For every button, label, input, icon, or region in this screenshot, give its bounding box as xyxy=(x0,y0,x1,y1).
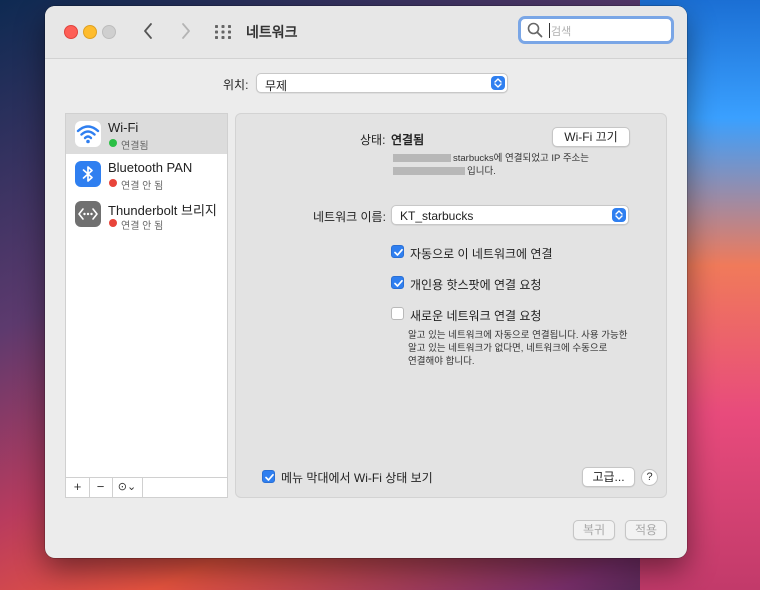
hotspot-checkbox[interactable] xyxy=(391,276,404,289)
menu-bar-status-label[interactable]: 메뉴 막대에서 Wi-Fi 상태 보기 xyxy=(281,469,433,486)
service-status: 연결 안 됨 xyxy=(121,221,164,232)
back-button[interactable] xyxy=(137,20,161,42)
apply-button[interactable]: 적용 xyxy=(625,520,667,540)
text-caret xyxy=(549,23,550,38)
chevron-left-icon xyxy=(144,23,152,39)
advanced-button[interactable]: 고급... xyxy=(582,467,635,487)
ask-new-desc-line2: 알고 있는 네트워크가 없다면, 네트워크에 수동으로 xyxy=(408,343,608,354)
add-service-button[interactable]: + xyxy=(66,478,90,497)
service-status: 연결 안 됨 xyxy=(121,181,164,192)
connection-description-text-1: starbucks에 연결되었고 IP 주소는 xyxy=(453,153,590,164)
service-name: Wi-Fi xyxy=(108,120,139,135)
ask-new-desc-line3: 연결해야 합니다. xyxy=(408,356,475,367)
ask-new-desc-line1: 알고 있는 네트워크에 자동으로 연결됩니다. 사용 가능한 xyxy=(408,330,628,341)
window-title: 네트워크 xyxy=(246,24,298,40)
service-item-bluetooth-pan[interactable]: Bluetooth PAN 연결 안 됨 xyxy=(66,154,227,194)
status-dot-green xyxy=(109,139,117,147)
service-list-toolbar: + − ⊙⌄ xyxy=(65,478,228,498)
revert-button[interactable]: 복귀 xyxy=(573,520,615,540)
status-label: 상태: xyxy=(360,133,386,147)
connection-description-line1: starbucks에 연결되었고 IP 주소는 xyxy=(393,152,589,165)
help-button[interactable]: ? xyxy=(641,469,658,486)
service-status: 연결됨 xyxy=(121,141,149,152)
wifi-icon xyxy=(75,121,101,147)
wifi-off-button[interactable]: Wi-Fi 끄기 xyxy=(552,127,630,147)
connection-description-line2: 입니다. xyxy=(393,165,496,178)
checkmark-icon xyxy=(265,473,274,481)
connection-description-text-2: 입니다. xyxy=(467,166,496,177)
close-button[interactable] xyxy=(64,25,78,39)
network-name-label: 네트워크 이름: xyxy=(313,210,386,224)
redacted-ip xyxy=(393,167,465,176)
ask-new-networks-checkbox[interactable] xyxy=(391,307,404,320)
search-placeholder: 검색 xyxy=(551,26,572,38)
auto-join-label[interactable]: 자동으로 이 네트워크에 연결 xyxy=(410,245,552,262)
service-item-wifi[interactable]: Wi-Fi 연결됨 xyxy=(66,114,227,154)
zoom-button[interactable] xyxy=(102,25,116,39)
status-dot-red xyxy=(109,179,117,187)
status-dot-red xyxy=(109,219,117,227)
bluetooth-icon xyxy=(75,161,101,187)
location-value: 무제 xyxy=(265,79,288,93)
minimize-button[interactable] xyxy=(83,25,97,39)
wifi-detail-panel: 상태: 연결됨 Wi-Fi 끄기 starbucks에 연결되었고 IP 주소는… xyxy=(235,113,667,498)
forward-button[interactable] xyxy=(173,20,197,42)
checkmark-icon xyxy=(394,279,403,287)
menu-bar-status-checkbox[interactable] xyxy=(262,470,275,483)
search-field[interactable]: 검색 xyxy=(518,16,674,44)
network-name-value: KT_starbucks xyxy=(400,209,474,223)
chevron-right-icon xyxy=(182,23,190,39)
hotspot-label[interactable]: 개인용 핫스팟에 연결 요청 xyxy=(410,276,541,293)
action-menu-button[interactable]: ⊙⌄ xyxy=(112,478,143,497)
status-value: 연결됨 xyxy=(391,133,425,147)
location-select[interactable]: 무제 xyxy=(256,73,508,93)
remove-service-button[interactable]: − xyxy=(89,478,113,497)
service-list: Wi-Fi 연결됨 Bluetooth PAN 연결 안 됨 Thunderbo… xyxy=(65,113,228,478)
auto-join-checkbox[interactable] xyxy=(391,245,404,258)
network-preferences-window: 네트워크 검색 위치: 무제 Wi-Fi 연결됨 Bluetooth PAN 연… xyxy=(45,6,687,558)
popup-arrows-icon xyxy=(612,208,626,222)
thunderbolt-bridge-icon xyxy=(75,201,101,227)
checkmark-icon xyxy=(394,248,403,256)
popup-arrows-icon xyxy=(491,76,505,90)
search-icon xyxy=(527,22,543,38)
network-name-select[interactable]: KT_starbucks xyxy=(391,205,629,225)
redacted-ssid xyxy=(393,154,451,163)
service-name: Bluetooth PAN xyxy=(108,160,193,175)
show-all-grid-icon[interactable] xyxy=(213,22,233,42)
titlebar: 네트워크 검색 xyxy=(45,6,687,59)
service-item-thunderbolt-bridge[interactable]: Thunderbolt 브리지 연결 안 됨 xyxy=(66,194,227,234)
location-label: 위치: xyxy=(223,78,249,92)
ask-new-networks-label[interactable]: 새로운 네트워크 연결 요청 xyxy=(410,307,541,324)
